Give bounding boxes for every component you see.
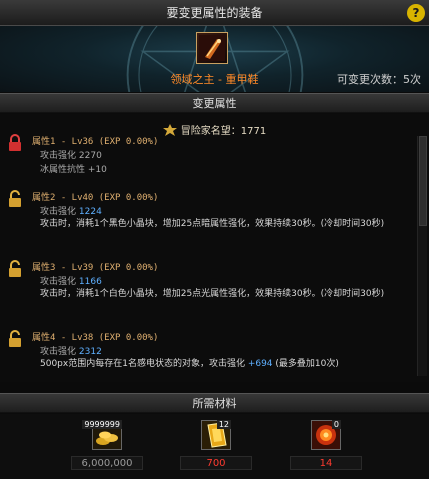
materials-header: 所需材料 xyxy=(0,393,429,413)
material-count-gold: 6,000,000 xyxy=(71,456,143,470)
attribute-stat: 攻击强化 2270 xyxy=(40,151,102,161)
material-slot-orb[interactable]: 0 xyxy=(311,420,341,450)
attributes-scrollbar[interactable] xyxy=(417,136,427,376)
fame-emblem-icon xyxy=(162,124,177,136)
boots-item-icon xyxy=(199,35,225,61)
lock-closed-icon[interactable] xyxy=(8,134,22,152)
attribute-stat: 攻击强化 1224 xyxy=(40,207,102,217)
attribute-stat: 攻击强化 1166 xyxy=(40,277,102,287)
lock-open-icon[interactable] xyxy=(8,260,22,278)
lock-open-icon[interactable] xyxy=(8,190,22,208)
materials-panel: 9999999 6,000,000 12 700 0 14 xyxy=(0,414,429,479)
material-count-orb: 14 xyxy=(290,456,362,470)
window-title: 要变更属性的装备 xyxy=(166,6,263,20)
material-stock-badge: 9999999 xyxy=(82,420,122,429)
equipment-panel: 领域之主 - 重甲鞋 可变更次数：5次 xyxy=(0,26,429,92)
attributes-header: 变更属性 xyxy=(0,93,429,113)
material-slot-card[interactable]: 12 xyxy=(201,420,231,450)
attribute-title: 属性2 - Lv40 (EXP 0.00%) xyxy=(32,193,159,203)
change-count: 可变更次数：5次 xyxy=(337,73,421,86)
material-slot-gold[interactable]: 9999999 xyxy=(82,420,122,450)
help-button[interactable]: ? xyxy=(407,4,425,22)
material-count-card: 700 xyxy=(180,456,252,470)
window-titlebar: 要变更属性的装备 ? xyxy=(0,0,429,26)
material-stock-badge: 0 xyxy=(331,420,341,429)
attribute-resist: 冰属性抗性 +10 xyxy=(40,165,107,175)
attribute-description: 攻击时，消耗1个白色小晶块，增加25点光属性强化，效果持续30秒。(冷却时间30… xyxy=(40,289,385,299)
attribute-stat: 攻击强化 2312 xyxy=(40,347,102,357)
lock-open-icon[interactable] xyxy=(8,330,22,348)
equipment-slot[interactable] xyxy=(196,32,228,64)
attribute-description: 500px范围内每存在1名感电状态的对象，攻击强化 +694 (最多叠加10次) xyxy=(40,359,339,369)
attributes-list: 冒险家名望：1771 属性1 - Lv36 (EXP 0.00%) 攻击强化 2… xyxy=(0,114,429,382)
attribute-title: 属性1 - Lv36 (EXP 0.00%) xyxy=(32,137,159,147)
attribute-description: 攻击时，消耗1个黑色小晶块，增加25点暗属性强化，效果持续30秒。(冷却时间30… xyxy=(40,219,385,229)
attribute-title: 属性4 - Lv38 (EXP 0.00%) xyxy=(32,333,159,343)
attribute-title: 属性3 - Lv39 (EXP 0.00%) xyxy=(32,263,159,273)
fame-label: 冒险家名望：1771 xyxy=(180,126,267,137)
material-stock-badge: 12 xyxy=(216,420,231,429)
scrollbar-thumb[interactable] xyxy=(419,136,427,226)
